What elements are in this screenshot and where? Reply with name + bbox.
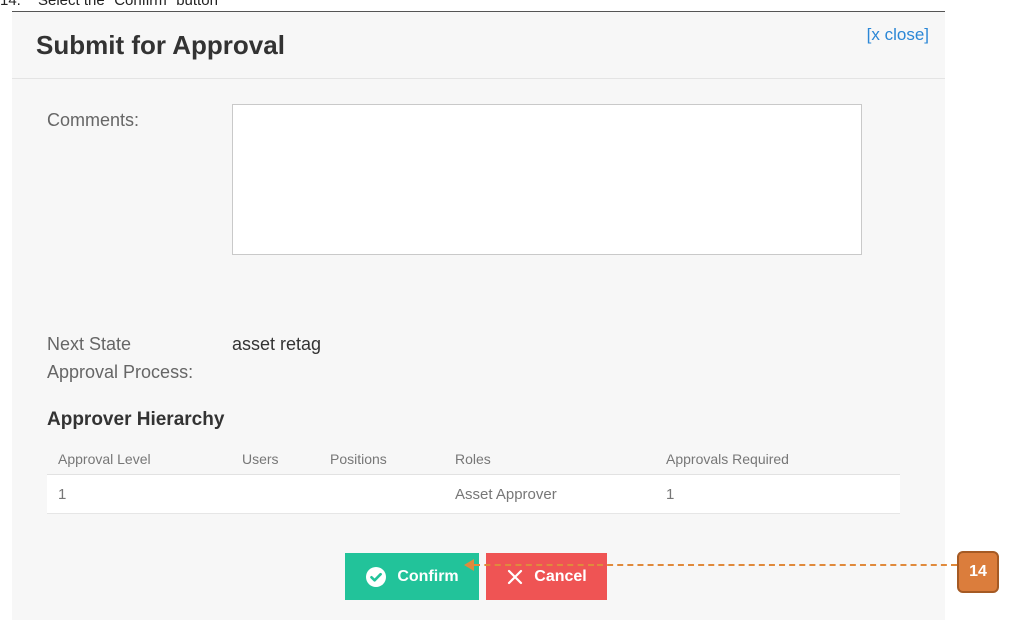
next-state-label: Next State Approval Process: — [47, 330, 193, 386]
confirm-label: Confirm — [397, 567, 459, 585]
next-state-value: asset retag — [232, 334, 322, 354]
confirm-button[interactable]: Confirm — [345, 553, 479, 600]
instruction-text: Select the "Confirm" button — [38, 0, 218, 9]
cancel-label: Cancel — [534, 567, 587, 585]
cell-approval-level: 1 — [47, 474, 231, 514]
callout-arrow-icon — [464, 559, 474, 571]
dialog-title: Submit for Approval — [36, 30, 285, 60]
callout-line — [597, 564, 957, 566]
submit-approval-dialog: Submit for Approval [x close] Comments: … — [12, 11, 945, 620]
cell-users — [231, 474, 319, 514]
close-x-icon — [506, 568, 524, 586]
step-callout-badge: 14 — [957, 551, 999, 593]
column-header-users: Users — [231, 444, 319, 475]
next-state-label-line1: Next State — [47, 334, 132, 354]
check-circle-icon — [365, 566, 387, 588]
column-header-positions: Positions — [319, 444, 444, 475]
approver-hierarchy-title: Approver Hierarchy — [47, 409, 225, 430]
next-state-label-line2: Approval Process: — [47, 362, 194, 382]
cell-roles: Asset Approver — [444, 474, 655, 514]
dialog-header: Submit for Approval [x close] — [12, 12, 945, 79]
column-header-roles: Roles — [444, 444, 655, 475]
callout-line-inner — [474, 564, 594, 566]
comments-field[interactable] — [232, 104, 862, 255]
comments-label: Comments: — [47, 110, 140, 130]
table-row: 1 Asset Approver 1 — [47, 474, 900, 514]
close-link[interactable]: [x close] — [867, 25, 929, 45]
instruction-number: 14. — [0, 0, 21, 9]
approver-hierarchy-table: Approval Level Users Positions Roles App… — [47, 444, 900, 514]
column-header-approvals-required: Approvals Required — [655, 444, 900, 475]
instruction-step: 14. Select the "Confirm" button — [0, 0, 218, 10]
cell-approvals-required: 1 — [655, 474, 900, 514]
cancel-button[interactable]: Cancel — [486, 553, 607, 600]
table-header-row: Approval Level Users Positions Roles App… — [47, 444, 900, 475]
column-header-approval-level: Approval Level — [47, 444, 231, 475]
cell-positions — [319, 474, 444, 514]
